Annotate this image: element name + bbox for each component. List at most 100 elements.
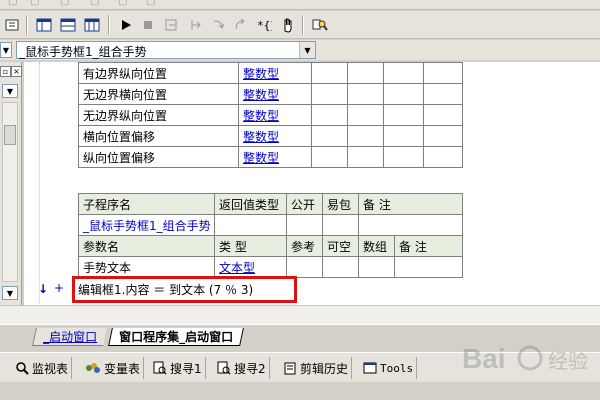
header-param-name: 参数名: [78, 235, 215, 257]
toolbar-partial-icon[interactable]: ▢: [60, 0, 72, 8]
toolbar-hand-button[interactable]: [278, 15, 298, 35]
param-name[interactable]: 手势文本: [78, 256, 215, 278]
subroutine-return-cell[interactable]: [214, 214, 287, 236]
toolbar-stop-button[interactable]: [138, 15, 158, 35]
param-remark-cell[interactable]: [393, 256, 464, 278]
code-editor[interactable]: 有边界纵向位置 整数型 无边界横向位置 整数型 无边界纵向位置 整数型 横向位置偏移 整数型纵…: [23, 62, 600, 324]
property-type-link[interactable]: 整数型: [238, 125, 312, 147]
property-empty-cell[interactable]: [423, 62, 463, 84]
property-row[interactable]: 有边界纵向位置 整数型: [78, 62, 463, 84]
param-type-link[interactable]: 文本型: [214, 256, 287, 278]
variable-table-button[interactable]: 变量表: [82, 357, 145, 379]
property-type-link[interactable]: 整数型: [238, 62, 312, 84]
header-easy-pack: 易包: [322, 193, 359, 215]
subroutine-row[interactable]: _鼠标手势框1_组合手势: [78, 214, 464, 236]
clip-history-button[interactable]: 剪辑历史: [280, 357, 353, 379]
toolbar-tab-button[interactable]: [2, 15, 22, 35]
close-icon[interactable]: ×: [11, 66, 22, 77]
chevron-down-icon[interactable]: ▼: [299, 42, 315, 58]
panel-pin-button[interactable]: ▫: [0, 66, 11, 77]
property-empty-cell[interactable]: [347, 146, 384, 168]
toolbar-step-d-button[interactable]: [230, 15, 250, 35]
toolbar-brace-button[interactable]: *{}: [254, 15, 274, 35]
toolbar-step-b-button[interactable]: [186, 15, 206, 35]
panel-combo-box[interactable]: ▼: [2, 84, 18, 98]
property-empty-cell[interactable]: [347, 62, 384, 84]
param-reference-cell[interactable]: [286, 256, 323, 278]
property-empty-cell[interactable]: [311, 83, 348, 105]
property-empty-cell[interactable]: [311, 125, 348, 147]
property-row[interactable]: 无边界纵向位置 整数型: [78, 104, 463, 126]
clip-history-label: 剪辑历史: [300, 361, 349, 376]
param-row[interactable]: 手势文本 文本型: [78, 256, 464, 278]
property-name[interactable]: 无边界纵向位置: [78, 104, 239, 126]
tools-button[interactable]: Tools: [360, 357, 418, 379]
property-empty-cell[interactable]: [423, 104, 463, 126]
property-empty-cell[interactable]: [383, 125, 424, 147]
toolbar-step-a-button[interactable]: [162, 15, 182, 35]
property-name[interactable]: 无边界横向位置: [78, 83, 239, 105]
property-empty-cell[interactable]: [347, 83, 384, 105]
property-empty-cell[interactable]: [423, 146, 463, 168]
toolbar-layout-b-button[interactable]: [58, 15, 78, 35]
toolbar-step-c-button[interactable]: [208, 15, 228, 35]
toolbar-partial-icon[interactable]: ▢: [146, 0, 158, 8]
property-empty-cell[interactable]: [311, 146, 348, 168]
subroutine-name[interactable]: _鼠标手势框1_组合手势: [78, 214, 215, 236]
property-empty-cell[interactable]: [383, 83, 424, 105]
property-empty-cell[interactable]: [347, 104, 384, 126]
step-c-icon: [213, 20, 225, 29]
panel-combo-box-2[interactable]: ▼: [2, 286, 18, 300]
plus-icon[interactable]: +: [54, 282, 64, 294]
param-array-cell[interactable]: [358, 256, 395, 278]
property-row[interactable]: 纵向位置偏移 整数型: [78, 146, 463, 168]
property-empty-cell[interactable]: [311, 62, 348, 84]
watch-list-button[interactable]: 监视表: [12, 357, 73, 379]
toolbar-partial-icon[interactable]: ▢: [8, 0, 20, 8]
left-combo-arrow[interactable]: ▼: [0, 42, 12, 58]
property-name[interactable]: 横向位置偏移: [78, 125, 239, 147]
hand-icon: [284, 18, 292, 33]
tab-startup-window[interactable]: _启动窗口: [32, 328, 107, 346]
property-type-link[interactable]: 整数型: [238, 83, 312, 105]
subroutine-dropdown-value: _鼠标手势框1_组合手势: [19, 45, 147, 59]
search1-label: 搜寻1: [170, 361, 202, 376]
subroutine-remark-cell[interactable]: [357, 214, 464, 236]
toolbar-layout-c-button[interactable]: [82, 15, 102, 35]
property-empty-cell[interactable]: [383, 146, 424, 168]
property-row[interactable]: 无边界横向位置 整数型: [78, 83, 463, 105]
subroutine-dropdown[interactable]: _鼠标手势框1_组合手势 ▼: [16, 41, 316, 59]
property-row[interactable]: 横向位置偏移 整数型: [78, 125, 463, 147]
toolbar-find-button[interactable]: [310, 15, 330, 35]
param-nullable-cell[interactable]: [322, 256, 359, 278]
subroutine-select-row: ▼ _鼠标手势框1_组合手势 ▼: [0, 40, 600, 60]
subroutine-header-row: 子程序名 返回值类型 公开 易包 备 注: [78, 193, 464, 215]
property-empty-cell[interactable]: [423, 125, 463, 147]
property-name[interactable]: 有边界纵向位置: [78, 62, 239, 84]
property-name[interactable]: 纵向位置偏移: [78, 146, 239, 168]
tab-startup-window-label: _启动窗口: [43, 330, 98, 344]
run-icon: [122, 20, 131, 30]
property-empty-cell[interactable]: [383, 104, 424, 126]
horizontal-scrollbar[interactable]: [0, 305, 600, 324]
toolbar-layout-a-button[interactable]: [34, 15, 54, 35]
search2-button[interactable]: 搜寻2: [214, 357, 270, 379]
property-empty-cell[interactable]: [311, 104, 348, 126]
property-empty-cell[interactable]: [423, 83, 463, 105]
subroutine-public-cell[interactable]: [286, 214, 323, 236]
brace-icon: *{}: [257, 19, 272, 32]
property-empty-cell[interactable]: [383, 62, 424, 84]
toolbar-run-button[interactable]: [116, 15, 136, 35]
search1-icon: [153, 361, 167, 375]
panel-scrollbar[interactable]: [2, 102, 18, 282]
subroutine-easypack-cell[interactable]: [322, 214, 359, 236]
property-type-link[interactable]: 整数型: [238, 146, 312, 168]
toolbar-partial-icon[interactable]: ▢: [30, 0, 42, 8]
toolbar-partial-icon[interactable]: ▢: [118, 0, 130, 8]
property-type-link[interactable]: 整数型: [238, 104, 312, 126]
search1-button[interactable]: 搜寻1: [150, 357, 206, 379]
toolbar-partial-icon[interactable]: ▢: [90, 0, 102, 8]
tab-window-assembly[interactable]: 窗口程序集_启动窗口: [108, 328, 244, 346]
property-empty-cell[interactable]: [347, 125, 384, 147]
panel-scroll-thumb[interactable]: [4, 125, 16, 145]
